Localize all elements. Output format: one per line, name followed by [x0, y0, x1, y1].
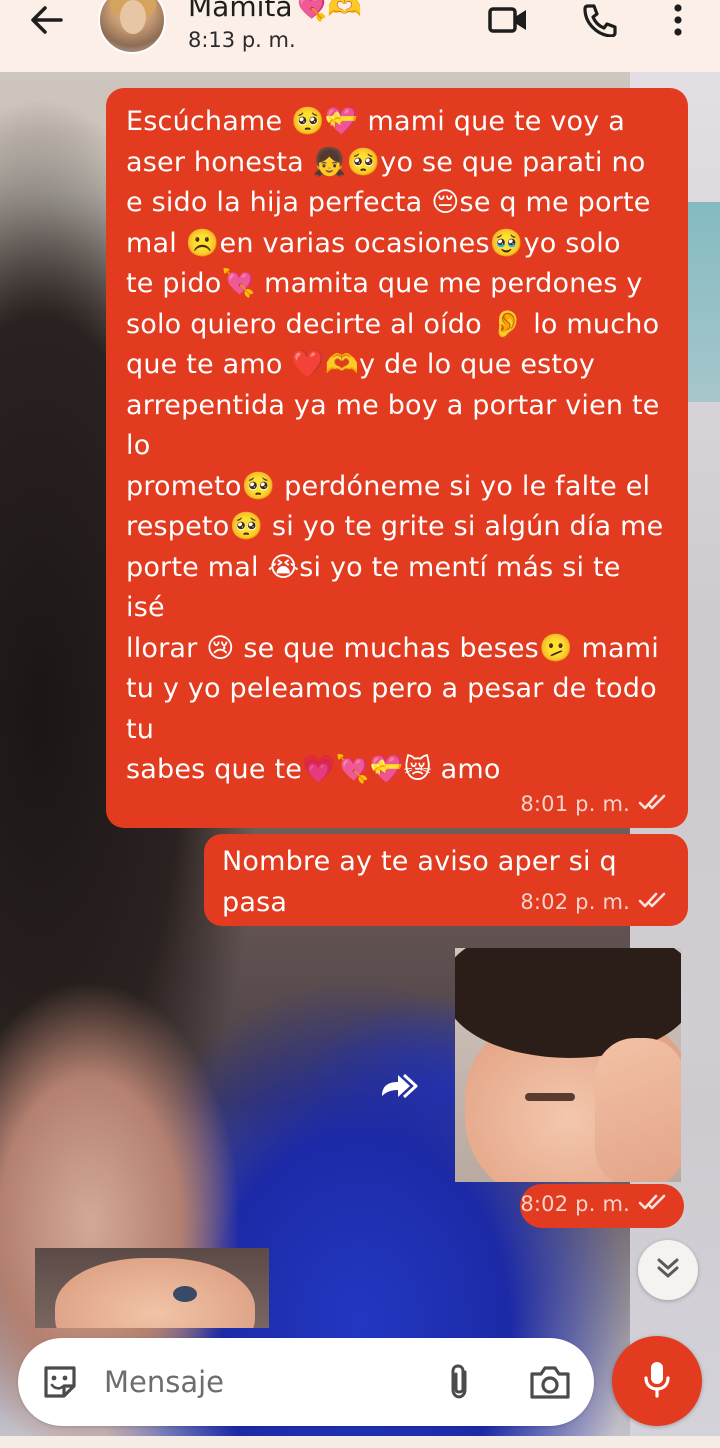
more-vert-icon[interactable] [658, 4, 698, 36]
mic-button[interactable] [612, 1336, 702, 1426]
message-composer [18, 1338, 594, 1426]
avatar[interactable] [98, 0, 166, 54]
double-check-icon [638, 887, 670, 919]
message-bubble[interactable]: Escúchame 🥺💝 mami que te voy a aser hone… [106, 88, 688, 828]
message-input[interactable] [104, 1358, 434, 1406]
sticker-icon[interactable] [40, 1362, 80, 1402]
mic-icon [642, 1359, 672, 1403]
image-message[interactable] [455, 948, 681, 1182]
back-arrow-icon[interactable] [26, 6, 66, 34]
message-time: 8:01 p. m. [520, 791, 630, 816]
bottom-spacer [0, 1436, 720, 1448]
message-time: 8:02 p. m. [520, 1191, 630, 1216]
image-preview[interactable] [35, 1248, 269, 1328]
last-seen-status: 8:13 p. m. [188, 28, 296, 52]
chevron-double-down-icon [655, 1255, 681, 1285]
double-check-icon [638, 789, 670, 821]
attach-icon[interactable] [440, 1362, 480, 1402]
message-text: Escúchame 🥺💝 mami que te voy a aser hone… [126, 106, 664, 785]
video-call-icon[interactable] [488, 4, 528, 36]
message-meta: 8:02 p. m. [520, 887, 670, 919]
chat-header: Mamita💘🫶 8:13 p. m. [0, 0, 720, 72]
scroll-down-button[interactable] [638, 1240, 698, 1300]
message-meta: 8:01 p. m. [520, 789, 670, 821]
camera-icon[interactable] [528, 1362, 572, 1402]
image-message-meta: 8:02 p. m. [520, 1184, 684, 1228]
phone-icon[interactable] [580, 4, 620, 37]
contact-name[interactable]: Mamita💘🫶 [188, 0, 362, 23]
message-bubble[interactable]: Nombre ay te aviso aper si q pasa 8:02 p… [204, 834, 688, 926]
double-check-icon [638, 1189, 670, 1221]
message-time: 8:02 p. m. [520, 889, 630, 914]
forward-icon[interactable] [378, 1066, 422, 1104]
message-meta: 8:02 p. m. [520, 1189, 670, 1221]
